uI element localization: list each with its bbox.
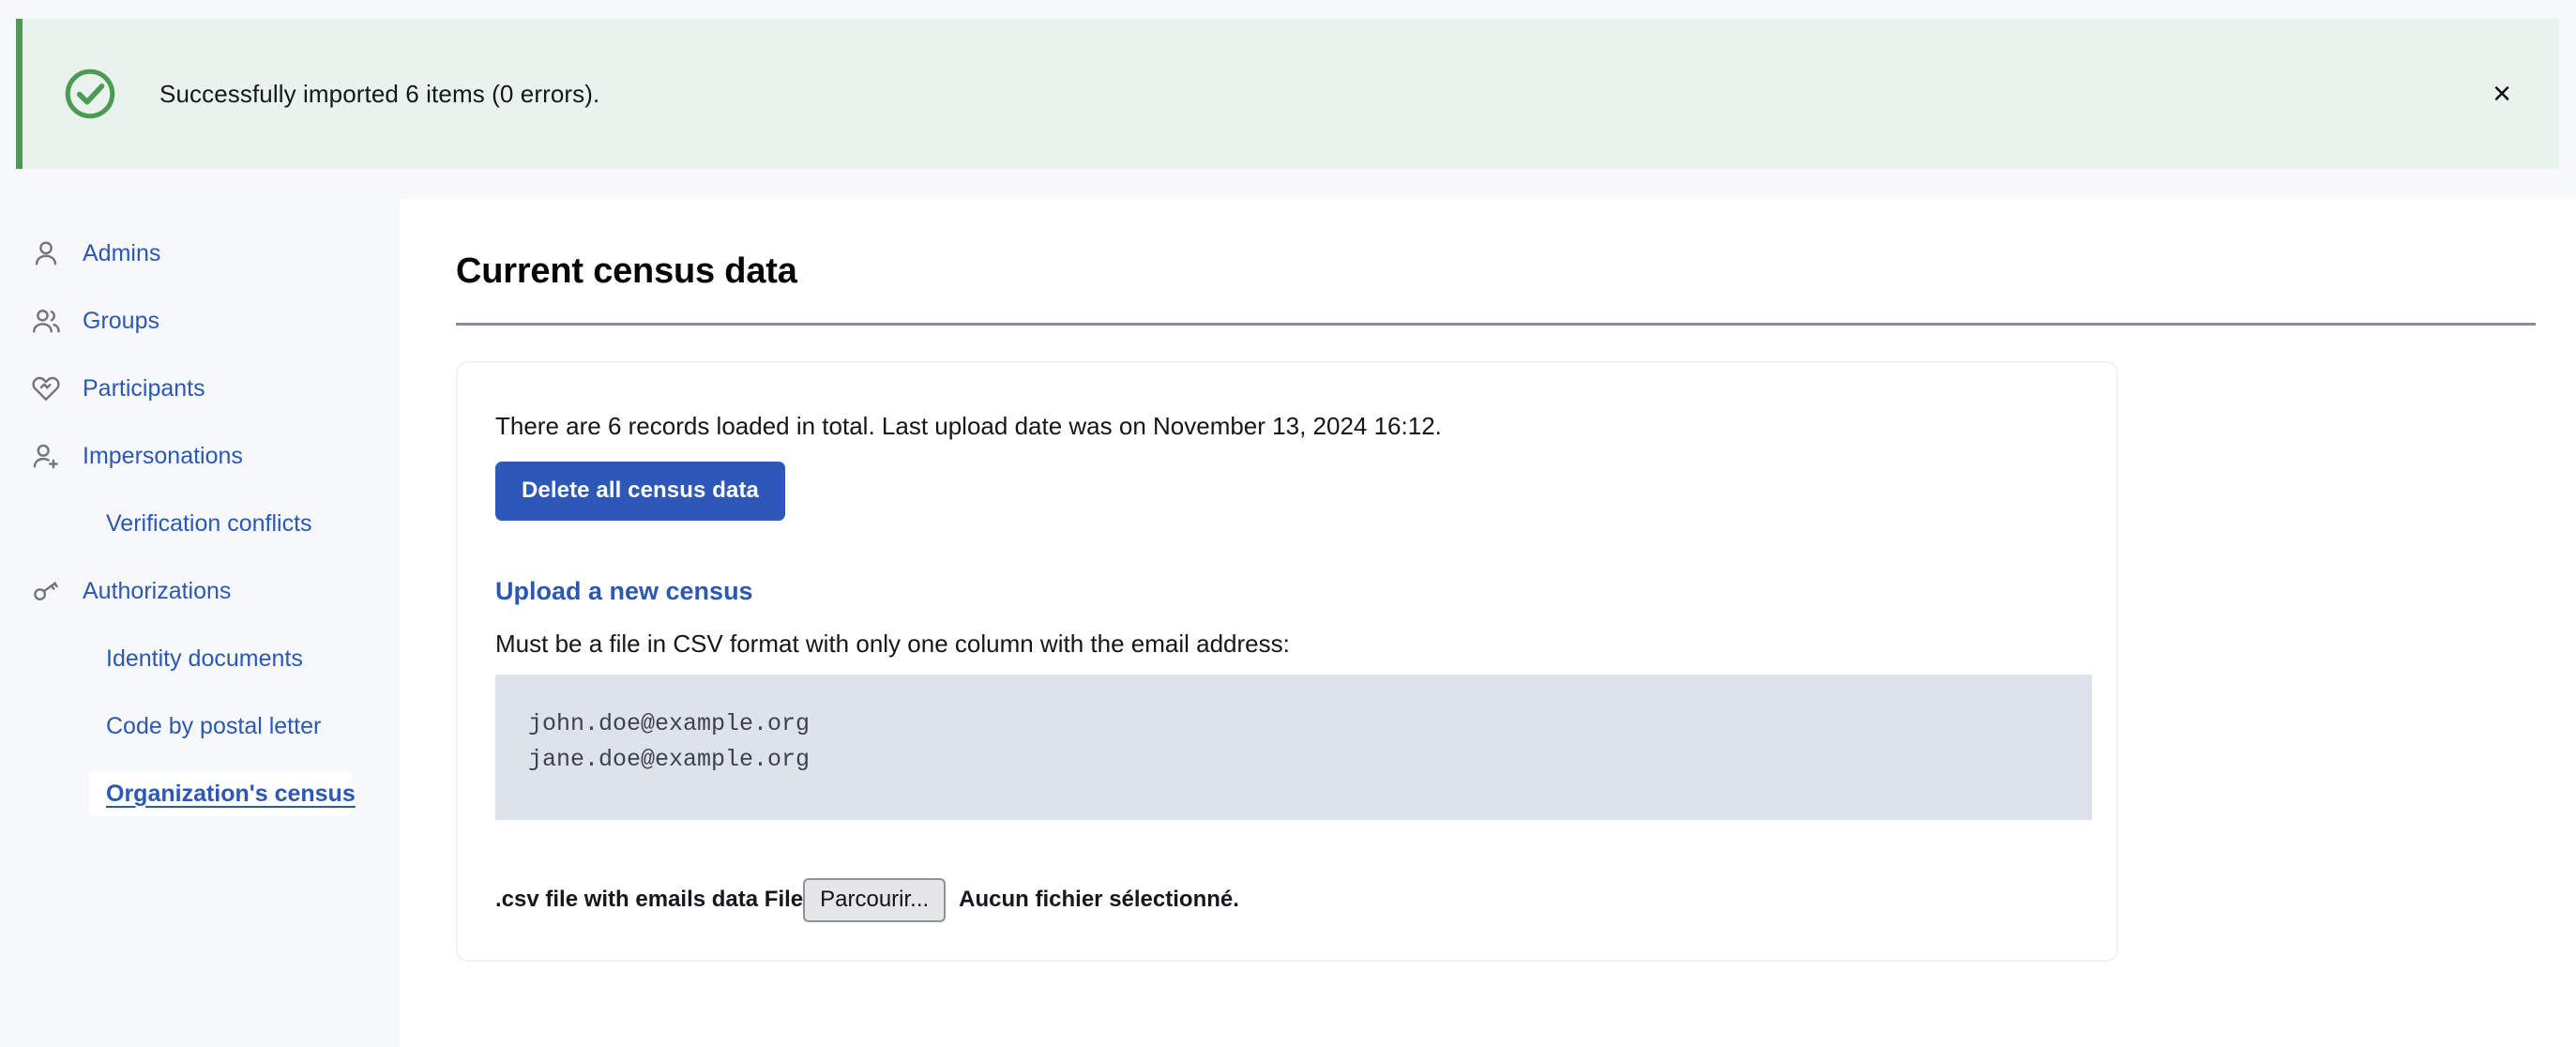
key-icon [30, 575, 62, 607]
heart-handshake-icon [30, 372, 62, 404]
sidebar-item-label: Admins [83, 240, 160, 267]
upload-instructions: Must be a file in CSV format with only o… [495, 630, 2079, 659]
success-flash-banner: Successfully imported 6 items (0 errors)… [16, 19, 2559, 169]
close-icon[interactable]: × [2480, 72, 2523, 115]
sidebar-item-label: Authorizations [83, 578, 231, 605]
browse-file-button[interactable]: Parcourir... [803, 878, 946, 922]
upload-section-heading: Upload a new census [495, 577, 2079, 606]
sidebar-item-admins[interactable]: Admins [0, 231, 400, 276]
sidebar-item-identity-documents[interactable]: Identity documents [0, 636, 400, 681]
flash-message: Successfully imported 6 items (0 errors)… [159, 80, 599, 109]
page-title: Current census data [456, 251, 2576, 292]
sidebar-item-groups[interactable]: Groups [0, 298, 400, 343]
sidebar-item-label: Groups [83, 308, 159, 335]
delete-all-census-data-button[interactable]: Delete all census data [495, 462, 785, 521]
sidebar-item-label: Verification conflicts [106, 510, 312, 538]
sidebar-item-authorizations[interactable]: Authorizations [0, 569, 400, 614]
file-selection-status: Aucun fichier sélectionné. [959, 887, 1239, 913]
sidebar-item-label: Code by postal letter [106, 713, 321, 740]
sidebar-item-participants[interactable]: Participants [0, 366, 400, 411]
sidebar-item-label: Participants [83, 375, 205, 402]
users-icon [30, 305, 62, 337]
file-upload-row: .csv file with emails data File Parcouri… [495, 878, 2079, 922]
user-icon [30, 237, 62, 269]
csv-sample-line: john.doe@example.org [528, 710, 810, 737]
sidebar-nav: Admins Groups Participants [0, 199, 400, 1047]
sidebar-item-impersonations[interactable]: Impersonations [0, 433, 400, 478]
sidebar-item-label: Impersonations [83, 443, 243, 470]
file-input-label: .csv file with emails data File [495, 887, 803, 913]
csv-sample-code-block: john.doe@example.org jane.doe@example.or… [495, 675, 2092, 820]
title-divider [456, 323, 2536, 326]
sidebar-item-label: Identity documents [106, 645, 303, 673]
census-admin-page: Successfully imported 6 items (0 errors)… [0, 0, 2576, 1047]
census-data-card: There are 6 records loaded in total. Las… [456, 361, 2118, 962]
census-summary-text: There are 6 records loaded in total. Las… [495, 412, 2079, 441]
csv-sample-line: jane.doe@example.org [528, 746, 810, 773]
check-circle-icon [62, 66, 118, 122]
main-content: Current census data There are 6 records … [400, 199, 2576, 1047]
user-plus-icon [30, 440, 62, 472]
sidebar-item-code-by-postal-letter[interactable]: Code by postal letter [0, 704, 400, 749]
sidebar-item-organizations-census[interactable]: Organization's census [89, 771, 352, 816]
page-body: Admins Groups Participants [0, 199, 2576, 1047]
sidebar-item-verification-conflicts[interactable]: Verification conflicts [0, 501, 400, 546]
sidebar-item-label: Organization's census [106, 781, 356, 808]
